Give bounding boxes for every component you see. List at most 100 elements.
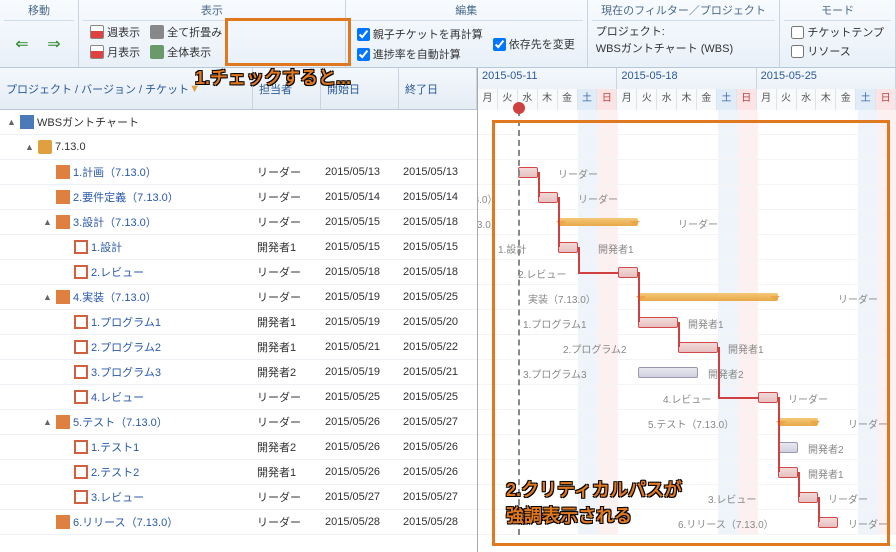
tree-item-label[interactable]: 4.レビュー xyxy=(91,389,144,405)
expand-toggle-icon[interactable]: ▲ xyxy=(42,417,53,428)
expand-toggle-icon[interactable]: ▲ xyxy=(42,292,53,303)
gantt-bar[interactable] xyxy=(618,267,638,278)
gantt-row[interactable]: リーダー4.レビュー xyxy=(478,385,896,410)
gantt-bar[interactable] xyxy=(518,167,538,178)
gantt-day-label: 月 xyxy=(757,89,777,110)
gantt-bar-label: 開発者2 xyxy=(808,441,844,456)
gantt-row[interactable] xyxy=(478,110,896,135)
expand-toggle-icon[interactable]: ▲ xyxy=(42,217,53,228)
tree-row[interactable]: 2.テスト2開発者12015/05/262015/05/26 xyxy=(0,460,477,485)
tree-row[interactable]: ▲4.実装（7.13.0）リーダー2015/05/192015/05/25 xyxy=(0,285,477,310)
gantt-row[interactable]: 開発者11.設計 xyxy=(478,235,896,260)
tree-cell-end: 2015/05/26 xyxy=(399,466,477,478)
tree-item-label: 7.13.0 xyxy=(55,141,86,153)
week-view-button[interactable]: 週表示 xyxy=(87,23,143,41)
tree-item-label[interactable]: 6.リリース（7.13.0） xyxy=(73,514,178,530)
tree-item-label[interactable]: 3.設計（7.13.0） xyxy=(73,214,157,230)
expand-toggle-icon[interactable]: ▲ xyxy=(6,117,17,128)
tree-item-label[interactable]: 2.要件定義（7.13.0） xyxy=(73,189,179,205)
toolbar: 移動 ⇐ ⇒ 表示 週表示 月表示 全て折畳み 全体表示 クリティカルパス 編集… xyxy=(0,0,896,68)
tree-item-label[interactable]: 3.プログラム3 xyxy=(91,364,161,380)
tree-row[interactable]: 2.要件定義（7.13.0）リーダー2015/05/142015/05/14 xyxy=(0,185,477,210)
gantt-day-label: 日 xyxy=(876,89,896,110)
gantt-row[interactable]: リーダー7.13.0） xyxy=(478,210,896,235)
tree-cell-end: 2015/05/27 xyxy=(399,416,477,428)
recalc-child-checkbox[interactable]: 親子チケットを再計算 xyxy=(354,25,486,43)
gantt-days: 月火水木金土日月火水木金土日月火水木金土日 xyxy=(478,89,896,110)
gantt-row[interactable]: 開発者23.プログラム3 xyxy=(478,360,896,385)
tree-row[interactable]: 1.プログラム1開発者12015/05/192015/05/20 xyxy=(0,310,477,335)
gantt-row[interactable]: 開発者12.プログラム2 xyxy=(478,335,896,360)
tree-cell-end: 2015/05/26 xyxy=(399,441,477,453)
tree-cell-start: 2015/05/19 xyxy=(321,366,399,378)
expand-toggle-icon[interactable]: ▲ xyxy=(24,142,35,153)
tree-header-name[interactable]: プロジェクト / バージョン / チケット ▼ xyxy=(0,68,253,109)
tree-item-label[interactable]: 2.テスト2 xyxy=(91,464,139,480)
tree-item-label[interactable]: 3.レビュー xyxy=(91,489,144,505)
month-view-button[interactable]: 月表示 xyxy=(87,43,143,61)
tree-row[interactable]: ▲ 7.13.0 xyxy=(0,135,477,160)
gantt-week-label: 2015-05-11 xyxy=(478,68,617,89)
auto-progress-checkbox[interactable]: 進捗率を自動計算 xyxy=(354,45,486,63)
sub-icon xyxy=(74,315,88,329)
tree-cell-asg: リーダー xyxy=(253,264,321,280)
tree-row[interactable]: 1.設計開発者12015/05/152015/05/15 xyxy=(0,235,477,260)
gantt-bar[interactable] xyxy=(758,392,778,403)
tree-cell-asg: リーダー xyxy=(253,164,321,180)
gantt-row[interactable]: リーダー実装（7.13.0） xyxy=(478,285,896,310)
gantt-bar[interactable] xyxy=(778,442,798,453)
gantt-row[interactable]: 2.レビュー xyxy=(478,260,896,285)
tree-item-label[interactable]: 4.実装（7.13.0） xyxy=(73,289,157,305)
sub-icon xyxy=(74,465,88,479)
gantt-bar[interactable] xyxy=(638,367,698,378)
expand-all-button[interactable]: 全体表示 xyxy=(147,43,225,61)
gantt-bar[interactable] xyxy=(638,293,778,301)
tree-item-label[interactable]: 1.設計 xyxy=(91,239,122,255)
tree-row[interactable]: 1.テスト1開発者22015/05/262015/05/26 xyxy=(0,435,477,460)
tree-row[interactable]: 3.レビューリーダー2015/05/272015/05/27 xyxy=(0,485,477,510)
tree-row[interactable]: 3.プログラム3開発者22015/05/192015/05/21 xyxy=(0,360,477,385)
change-deps-checkbox[interactable]: 依存先を変更 xyxy=(490,35,578,53)
tree-cell-name: 3.プログラム3 xyxy=(0,364,253,380)
move-prev-button[interactable]: ⇐ xyxy=(8,34,36,54)
tree-header-start[interactable]: 開始日 xyxy=(321,68,399,109)
tree-item-label[interactable]: 2.レビュー xyxy=(91,264,144,280)
tree-row[interactable]: ▲3.設計（7.13.0）リーダー2015/05/152015/05/18 xyxy=(0,210,477,235)
collapse-all-button[interactable]: 全て折畳み xyxy=(147,23,225,41)
tree-item-label[interactable]: 5.テスト（7.13.0） xyxy=(73,414,168,430)
critical-path-arrow xyxy=(578,272,618,274)
gantt-bar[interactable] xyxy=(558,218,638,226)
gantt-row[interactable]: リーダー6.リリース（7.13.0） xyxy=(478,510,896,535)
critical-path-arrow xyxy=(578,247,580,272)
gantt-row[interactable]: 開発者1 xyxy=(478,460,896,485)
gantt-row[interactable]: 開発者11.プログラム1 xyxy=(478,310,896,335)
tree-row[interactable]: ▲WBSガントチャート xyxy=(0,110,477,135)
gantt-row[interactable] xyxy=(478,135,896,160)
gantt-bar[interactable] xyxy=(778,418,818,426)
tree-row[interactable]: 2.レビューリーダー2015/05/182015/05/18 xyxy=(0,260,477,285)
tree-row[interactable]: 6.リリース（7.13.0）リーダー2015/05/282015/05/28 xyxy=(0,510,477,535)
tree-row[interactable]: ▲5.テスト（7.13.0）リーダー2015/05/262015/05/27 xyxy=(0,410,477,435)
tree-header-assignee[interactable]: 担当者 xyxy=(253,68,321,109)
tree-item-label[interactable]: 2.プログラム2 xyxy=(91,339,161,355)
gantt-row[interactable]: 開発者2 xyxy=(478,435,896,460)
tree-item-label[interactable]: 1.プログラム1 xyxy=(91,314,161,330)
resource-checkbox[interactable]: リソース xyxy=(788,42,853,60)
tree-cell-asg: リーダー xyxy=(253,414,321,430)
move-next-button[interactable]: ⇒ xyxy=(40,34,68,54)
critical-path-arrow xyxy=(718,397,758,399)
gantt-row[interactable]: リーダー3.レビュー xyxy=(478,485,896,510)
ticket-template-checkbox[interactable]: チケットテンプ xyxy=(788,23,887,41)
gantt-day-label: 金 xyxy=(836,89,856,110)
tree-cell-name: 6.リリース（7.13.0） xyxy=(0,514,253,530)
gantt-bar-leftlabel: 3.プログラム3 xyxy=(523,366,587,381)
tree-header-end[interactable]: 終了日 xyxy=(399,68,477,109)
gantt-body[interactable]: リーダーリーダー13.0）リーダー7.13.0）開発者11.設計2.レビューリー… xyxy=(478,110,896,535)
tree-row[interactable]: 1.計画（7.13.0）リーダー2015/05/132015/05/13 xyxy=(0,160,477,185)
tree-row[interactable]: 2.プログラム2開発者12015/05/212015/05/22 xyxy=(0,335,477,360)
tree-item-label[interactable]: 1.計画（7.13.0） xyxy=(73,164,157,180)
tree-row[interactable]: 4.レビューリーダー2015/05/252015/05/25 xyxy=(0,385,477,410)
tree-item-label[interactable]: 1.テスト1 xyxy=(91,439,139,455)
critical-path-arrow xyxy=(818,497,820,522)
gantt-row[interactable]: リーダー5.テスト（7.13.0） xyxy=(478,410,896,435)
